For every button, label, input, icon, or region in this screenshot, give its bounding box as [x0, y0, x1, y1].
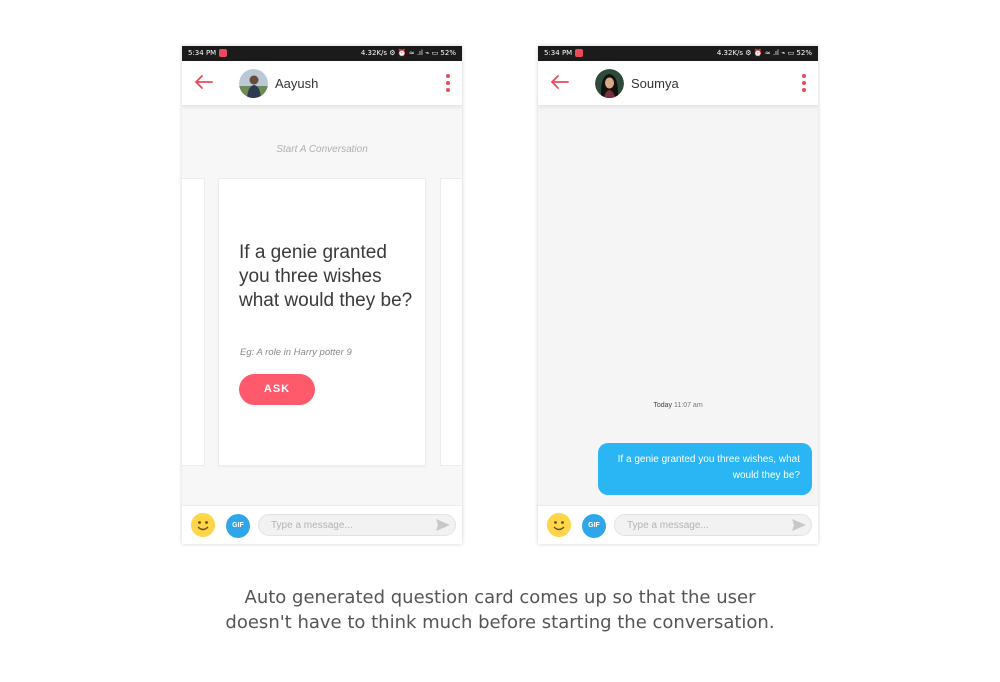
previous-question-card[interactable] [182, 178, 205, 466]
caption-line-2: doesn't have to think much before starti… [225, 612, 775, 633]
message-composer: GIF Type a message... [182, 505, 462, 544]
sent-message-bubble[interactable]: If a genie granted you three wishes, wha… [598, 443, 812, 495]
question-text: If a genie granted you three wishes what… [239, 242, 413, 311]
back-arrow-icon[interactable] [550, 74, 570, 90]
caption: Auto generated question card comes up so… [0, 585, 1000, 635]
message-placeholder: Type a message... [627, 520, 709, 531]
smiley-icon[interactable] [191, 513, 215, 537]
avatar[interactable] [239, 69, 268, 98]
message-placeholder: Type a message... [271, 520, 353, 531]
chat-area: Start A Conversation If a genie granted … [182, 106, 462, 505]
send-icon[interactable] [435, 518, 451, 532]
caption-line-1: Auto generated question card comes up so… [244, 587, 756, 608]
avatar[interactable] [595, 69, 624, 98]
chat-header: Aayush [182, 61, 462, 106]
more-vert-icon[interactable] [445, 74, 451, 92]
status-indicators: 4.32K/s ⚙ ⏰ ≈ .ıl ⌁ ▭ 52% [716, 49, 812, 57]
gif-icon[interactable]: GIF [582, 514, 606, 538]
message-timestamp: Today 11:07 am [538, 402, 818, 409]
status-time: 5:34 PM [188, 49, 217, 57]
notification-icon [219, 49, 227, 57]
status-bar: 5:34 PM 4.32K/s ⚙ ⏰ ≈ .ıl ⌁ ▭ 52% [182, 46, 462, 61]
back-arrow-icon[interactable] [194, 74, 214, 90]
status-time: 5:34 PM [544, 49, 573, 57]
status-indicators: 4.32K/s ⚙ ⏰ ≈ .ıl ⌁ ▭ 52% [360, 49, 456, 57]
question-card[interactable]: If a genie granted you three wishes what… [218, 178, 426, 466]
timestamp-time: 11:07 am [673, 402, 703, 409]
message-input[interactable]: Type a message... [258, 514, 456, 536]
next-question-card[interactable] [440, 178, 462, 466]
status-bar: 5:34 PM 4.32K/s ⚙ ⏰ ≈ .ıl ⌁ ▭ 52% [538, 46, 818, 61]
ask-button[interactable]: ASK [239, 374, 315, 405]
notification-icon [575, 49, 583, 57]
timestamp-day: Today [653, 402, 673, 409]
question-example: Eg: A role in Harry potter 9 [240, 347, 352, 358]
phone-screen-sent-question: 5:34 PM 4.32K/s ⚙ ⏰ ≈ .ıl ⌁ ▭ 52% Soumya… [538, 46, 818, 544]
contact-name[interactable]: Aayush [275, 76, 318, 91]
phone-screen-question-card: 5:34 PM 4.32K/s ⚙ ⏰ ≈ .ıl ⌁ ▭ 52% Aayush… [182, 46, 462, 544]
start-conversation-hint: Start A Conversation [276, 144, 368, 155]
message-composer: GIF Type a message... [538, 505, 818, 544]
contact-name[interactable]: Soumya [631, 76, 679, 91]
send-icon[interactable] [791, 518, 807, 532]
smiley-icon[interactable] [547, 513, 571, 537]
chat-header: Soumya [538, 61, 818, 106]
message-input[interactable]: Type a message... [614, 514, 812, 536]
gif-icon[interactable]: GIF [226, 514, 250, 538]
chat-area: Today 11:07 am If a genie granted you th… [538, 106, 818, 505]
more-vert-icon[interactable] [801, 74, 807, 92]
